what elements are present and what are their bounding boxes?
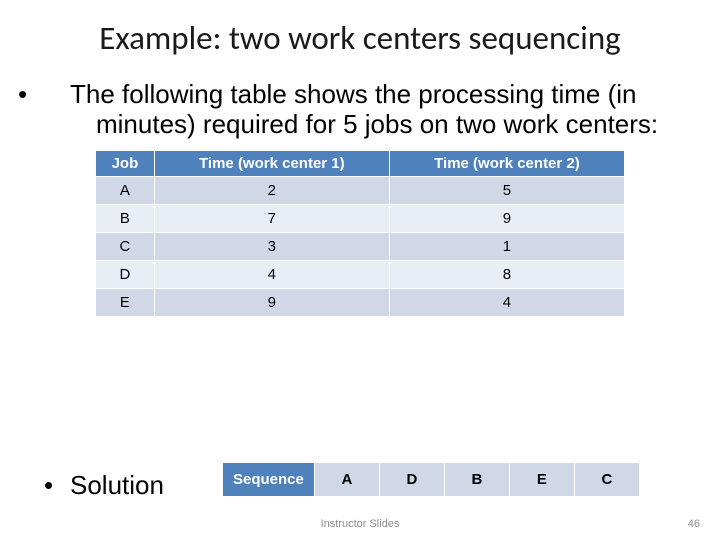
cell-t2: 8 — [389, 261, 624, 289]
slide: Example: two work centers sequencing •Th… — [0, 0, 720, 540]
cell-t2: 9 — [389, 205, 624, 233]
col-job: Job — [96, 150, 155, 176]
cell-t2: 5 — [389, 177, 624, 205]
sequence-cell: B — [444, 463, 509, 497]
solution-bullet: •Solution — [44, 470, 164, 501]
intro-content: The following table shows the processing… — [70, 79, 658, 139]
intro-text: •The following table shows the processin… — [70, 80, 680, 140]
processing-time-table: Job Time (work center 1) Time (work cent… — [95, 150, 625, 317]
cell-t1: 4 — [154, 261, 389, 289]
footer-center: Instructor Slides — [0, 518, 720, 530]
cell-t2: 1 — [389, 233, 624, 261]
cell-job: A — [96, 177, 155, 205]
sequence-table: Sequence A D B E C — [222, 462, 640, 497]
cell-t2: 4 — [389, 289, 624, 317]
cell-job: B — [96, 205, 155, 233]
bullet-icon: • — [44, 80, 70, 110]
solution-label-text: Solution — [70, 470, 164, 500]
solution-row: •Solution Sequence A D B E C — [0, 462, 720, 512]
table-row: A 2 5 — [96, 177, 625, 205]
cell-t1: 7 — [154, 205, 389, 233]
cell-t1: 2 — [154, 177, 389, 205]
sequence-row: Sequence A D B E C — [223, 463, 640, 497]
slide-title: Example: two work centers sequencing — [0, 0, 720, 58]
table-row: E 9 4 — [96, 289, 625, 317]
col-time2: Time (work center 2) — [389, 150, 624, 176]
table-row: B 7 9 — [96, 205, 625, 233]
slide-number: 46 — [688, 518, 700, 530]
cell-job: E — [96, 289, 155, 317]
bullet-icon: • — [44, 470, 70, 501]
col-time1: Time (work center 1) — [154, 150, 389, 176]
sequence-cell: C — [574, 463, 639, 497]
cell-t1: 9 — [154, 289, 389, 317]
cell-t1: 3 — [154, 233, 389, 261]
sequence-cell: D — [379, 463, 444, 497]
cell-job: C — [96, 233, 155, 261]
table-row: D 4 8 — [96, 261, 625, 289]
cell-job: D — [96, 261, 155, 289]
sequence-cell: E — [509, 463, 574, 497]
sequence-cell: A — [314, 463, 379, 497]
table-header-row: Job Time (work center 1) Time (work cent… — [96, 150, 625, 176]
sequence-header: Sequence — [223, 463, 315, 497]
table-row: C 3 1 — [96, 233, 625, 261]
